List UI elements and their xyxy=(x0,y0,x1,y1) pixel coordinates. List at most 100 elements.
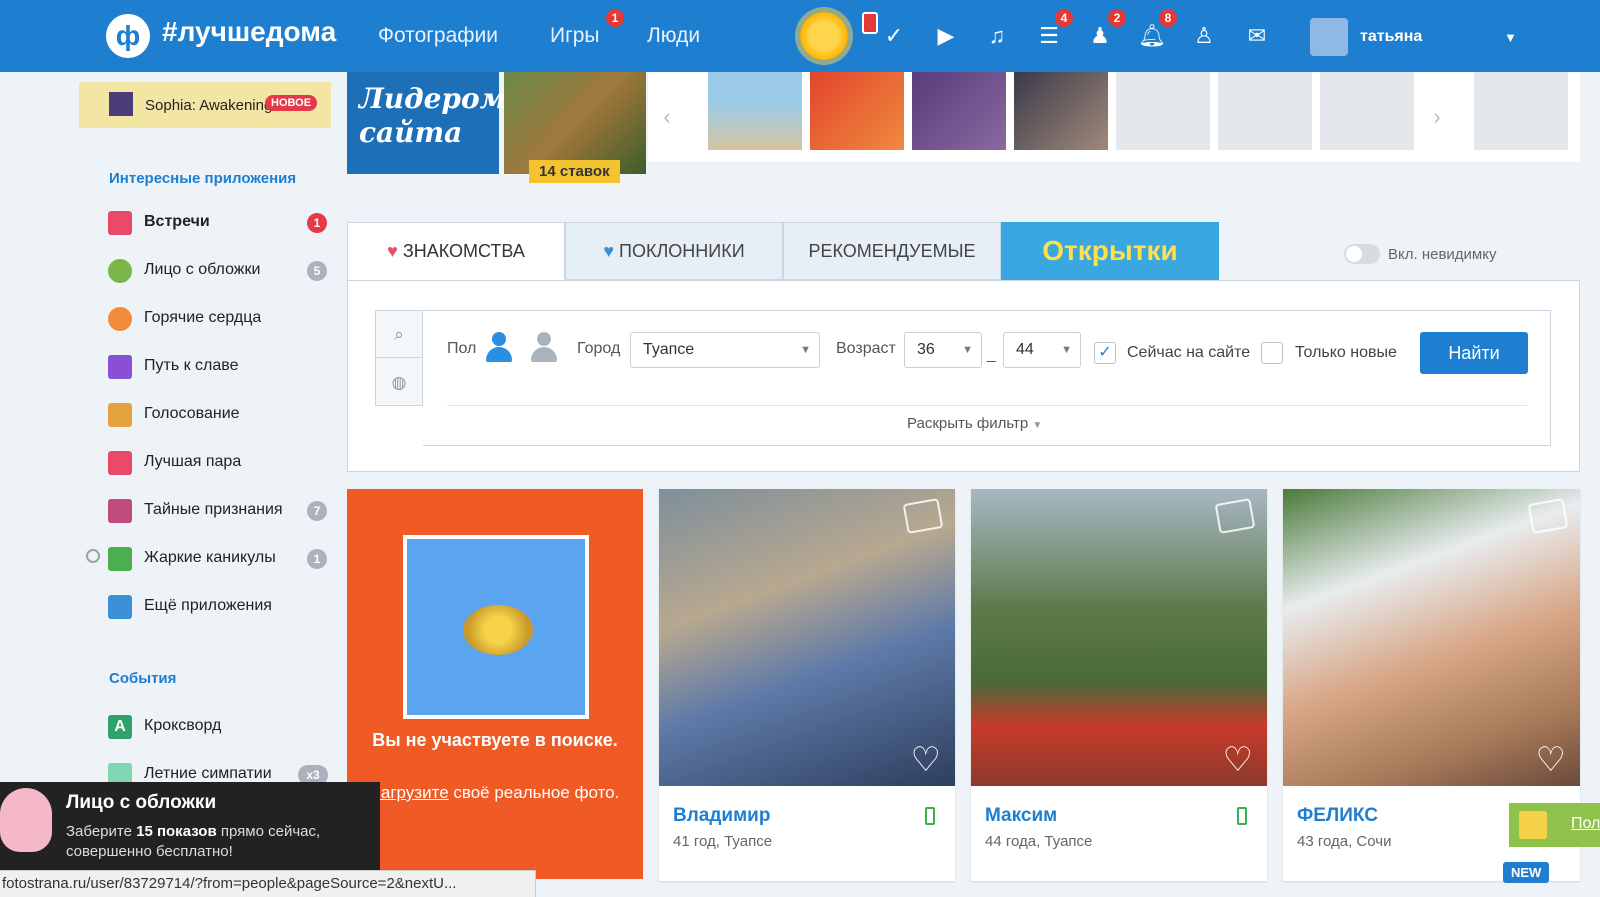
strip-next-chevron-right-icon[interactable]: › xyxy=(1422,92,1452,142)
sidebar-item-voting[interactable]: Голосование xyxy=(108,401,328,429)
leader-title-line2: сайта xyxy=(359,116,463,149)
sidebar-item-label: Встречи xyxy=(144,213,210,230)
apps-section-title[interactable]: Интересные приложения xyxy=(109,170,296,187)
featured-user-thumb[interactable] xyxy=(708,72,802,150)
mail-icon[interactable]: ✉ xyxy=(1243,22,1271,50)
like-heart-icon[interactable]: ♡ xyxy=(1223,743,1253,869)
bell-badge: 8 xyxy=(1159,9,1177,27)
new-only-label[interactable]: Только новые xyxy=(1295,344,1397,362)
age-from-select[interactable]: 36 ▼ xyxy=(904,332,982,368)
postcards-icon[interactable] xyxy=(902,498,944,534)
nav-people[interactable]: Люди xyxy=(647,24,700,48)
nav-games[interactable]: Игры xyxy=(550,24,600,48)
invisible-mode-label[interactable]: Вкл. невидимку xyxy=(1388,246,1496,263)
profile-name[interactable]: ФЕЛИКС xyxy=(1297,805,1378,827)
site-logo[interactable]: ф xyxy=(106,14,150,58)
friend-requests-icon[interactable]: ♟ xyxy=(1086,22,1114,50)
postcards-icon[interactable] xyxy=(1527,498,1569,534)
tab-admirers[interactable]: ♥ ПОКЛОННИКИ xyxy=(565,222,783,280)
vip-icon[interactable]: ✓ xyxy=(880,22,908,50)
globe-icon[interactable]: ◍ xyxy=(376,359,422,406)
sidebar-item-hot-hearts[interactable]: Горячие сердца xyxy=(108,305,328,333)
leader-stakes-badge[interactable]: 14 ставок xyxy=(529,160,620,183)
profile-name[interactable]: Максим xyxy=(985,805,1057,827)
upload-link[interactable]: Загрузите xyxy=(371,783,449,802)
age-to-select[interactable]: 44 ▼ xyxy=(1003,332,1081,368)
city-select[interactable]: Туапсе ▼ xyxy=(630,332,820,368)
site-brand[interactable]: #лучшедома xyxy=(162,16,336,48)
bell-icon[interactable]: 🔔︎ xyxy=(1138,22,1166,50)
new-badge[interactable]: NEW xyxy=(1503,862,1550,883)
sidebar-item-path-to-fame[interactable]: Путь к славе xyxy=(108,353,328,381)
upload-photo-text: своё реальное фото. xyxy=(448,783,620,802)
events-section-title[interactable]: События xyxy=(109,670,176,687)
cover-face-notification[interactable]: Лицо с обложки Заберите 15 показов прямо… xyxy=(0,782,380,870)
new-only-checkbox[interactable] xyxy=(1261,342,1283,364)
sidebar-item-best-couple[interactable]: Лучшая пара xyxy=(108,449,328,477)
sidebar-item-meetings[interactable]: Встречи 1 xyxy=(108,209,328,237)
user-name[interactable]: татьяна xyxy=(1360,28,1422,46)
mobile-icon[interactable] xyxy=(862,12,878,34)
empty-slot-placeholder[interactable] xyxy=(1116,72,1210,150)
gift-widget[interactable]: Пол xyxy=(1509,803,1600,847)
user-menu-chevron-down-icon[interactable]: ▼ xyxy=(1504,30,1517,45)
sidebar-item-hot-holidays[interactable]: Жаркие каникулы 1 xyxy=(108,545,328,573)
leader-photo[interactable] xyxy=(504,72,646,174)
online-now-label[interactable]: Сейчас на сайте xyxy=(1127,344,1250,362)
empty-slot-placeholder[interactable] xyxy=(1474,72,1568,150)
video-icon[interactable]: ▶ xyxy=(932,22,960,50)
search-icon[interactable]: ⌕ xyxy=(376,311,422,358)
featured-users-strip: ‹ › xyxy=(648,72,1580,162)
like-heart-icon[interactable]: ♡ xyxy=(911,743,941,869)
invisible-mode-toggle[interactable] xyxy=(1344,244,1380,264)
profile-card[interactable]: ♡ Владимир 41 год, Туапсе xyxy=(659,489,955,881)
age-label: Возраст xyxy=(836,340,896,357)
female-gender-icon[interactable] xyxy=(529,332,559,364)
friends-icon[interactable]: ♙ xyxy=(1190,22,1218,50)
empty-slot-placeholder[interactable] xyxy=(1218,72,1312,150)
tab-dating[interactable]: ♥ ЗНАКОМСТВА xyxy=(347,222,565,280)
strip-prev-chevron-left-icon[interactable]: ‹ xyxy=(652,92,682,142)
empty-slot-placeholder[interactable] xyxy=(1320,72,1414,150)
male-gender-icon[interactable] xyxy=(484,332,514,364)
list-icon[interactable]: ☰ xyxy=(1035,22,1063,50)
sidebar-item-more-apps[interactable]: Ещё приложения xyxy=(108,593,328,621)
featured-user-thumb[interactable] xyxy=(810,72,904,150)
tab-label: ЗНАКОМСТВА xyxy=(402,241,525,261)
gift-icon xyxy=(108,499,132,523)
profile-card[interactable]: ♡ Максим 44 года, Туапсе xyxy=(971,489,1267,881)
notification-text-pre: Заберите xyxy=(66,823,137,840)
postcards-icon[interactable] xyxy=(1214,498,1256,534)
leader-of-site-banner[interactable]: Лидером сайта xyxy=(347,72,506,174)
sidebar-item-secret-confessions[interactable]: Тайные признания 7 xyxy=(108,497,328,525)
meetings-heart-icon xyxy=(108,211,132,235)
chevron-down-icon: ▼ xyxy=(1061,344,1072,356)
city-select-value: Туапсе xyxy=(643,341,695,358)
upload-photo-message: Загрузите своё реальное фото. xyxy=(367,781,623,804)
user-avatar[interactable] xyxy=(1310,18,1348,56)
sun-icon[interactable] xyxy=(800,12,848,60)
nav-games-badge: 1 xyxy=(606,9,624,27)
featured-user-thumb[interactable] xyxy=(912,72,1006,150)
tab-recommended[interactable]: РЕКОМЕНДУЕМЫЕ xyxy=(783,222,1001,280)
friend-requests-badge: 2 xyxy=(1108,9,1126,27)
nav-photos[interactable]: Фотографии xyxy=(378,24,498,48)
online-now-checkbox[interactable]: ✓ xyxy=(1094,342,1116,364)
sidebar-item-cover-face[interactable]: Лицо с обложки 5 xyxy=(108,257,328,285)
tab-postcards[interactable]: Открытки xyxy=(1001,222,1219,280)
sidebar-item-label: Жаркие каникулы xyxy=(144,549,276,566)
notification-text: Заберите 15 показов прямо сейчас, соверш… xyxy=(66,822,366,862)
city-label: Город xyxy=(577,340,621,357)
sidebar-promo-banner[interactable]: Sophia: Awakening НОВОЕ xyxy=(79,82,331,128)
expand-filter-link[interactable]: Раскрыть фильтр ▼ xyxy=(907,415,1042,432)
top-navigation-bar: ф #лучшедома Фотографии Игры 1 Люди ✓ ▶ … xyxy=(0,0,1600,72)
filter-divider xyxy=(447,405,1527,406)
featured-user-thumb[interactable] xyxy=(1014,72,1108,150)
profile-name[interactable]: Владимир xyxy=(673,805,770,827)
tab-label: ПОКЛОННИКИ xyxy=(619,241,745,261)
notification-text-bold: 15 показов xyxy=(136,823,217,840)
music-icon[interactable]: ♫ xyxy=(983,22,1011,50)
sidebar-item-crossword[interactable]: A Кроксворд xyxy=(108,713,328,741)
find-button[interactable]: Найти xyxy=(1420,332,1528,374)
letter-a-icon: A xyxy=(108,715,132,739)
